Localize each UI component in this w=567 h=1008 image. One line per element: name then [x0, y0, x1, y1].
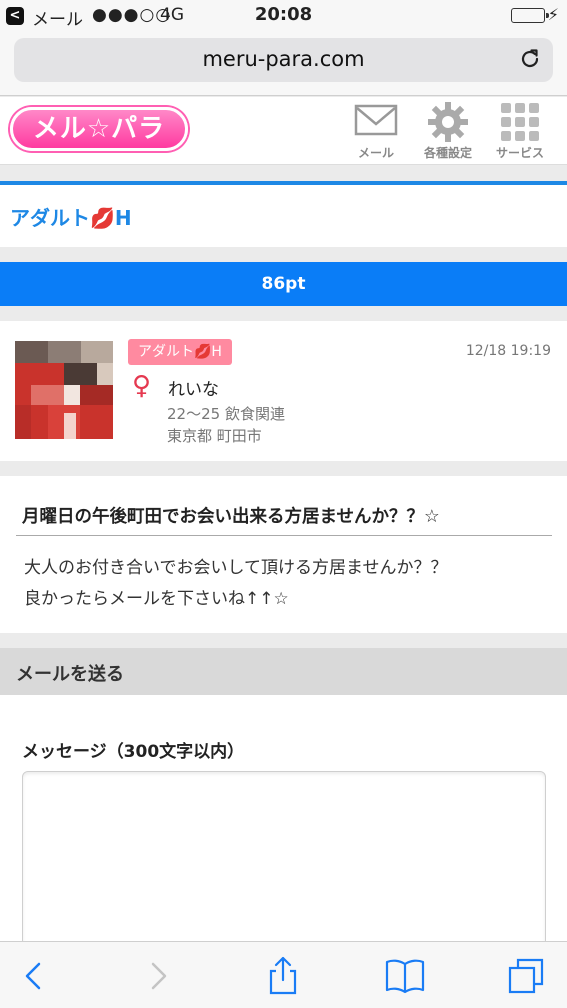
clock: 20:08	[254, 4, 313, 25]
back-icon[interactable]	[14, 956, 54, 996]
share-icon[interactable]	[263, 956, 303, 996]
user-name[interactable]: れいな	[168, 375, 219, 400]
nav-mail-label: メール	[357, 146, 394, 160]
category-tag: アダルト💋H	[128, 339, 232, 365]
battery-icon	[511, 8, 549, 23]
nav-service-button[interactable]: サービス	[490, 101, 550, 161]
grid-icon	[501, 103, 539, 141]
browser-address-area: meru-para.com	[0, 34, 567, 96]
profile-card[interactable]: アダルト💋H 12/18 19:19 ♀ れいな 22〜25 飲食関連 東京都 …	[0, 321, 567, 461]
tabs-icon[interactable]	[506, 956, 546, 996]
gear-icon	[428, 102, 468, 142]
status-bar: < メール ●●●○○ 4G 20:08 ⚡	[0, 0, 567, 34]
url-text[interactable]: meru-para.com	[14, 47, 553, 71]
site-header: メル☆パラ メール 各種設定 サービス	[0, 97, 567, 165]
reload-icon[interactable]	[517, 46, 543, 72]
message-input[interactable]	[22, 771, 546, 951]
post-date: 12/18 19:19	[465, 343, 551, 359]
category-title: アダルト💋H	[10, 206, 132, 230]
category-title-box: アダルト💋H	[0, 185, 567, 247]
mail-icon	[354, 104, 398, 136]
avatar[interactable]	[15, 341, 113, 439]
age-occupation: 22〜25 飲食関連	[167, 405, 285, 423]
message-label: メッセージ（300文字以内）	[22, 742, 245, 762]
divider	[16, 535, 552, 536]
address-bar[interactable]: meru-para.com	[14, 38, 553, 82]
female-icon: ♀	[132, 371, 152, 401]
post-body-line-1: 大人のお付き合いでお会いして頂ける方居ませんか？？	[24, 558, 448, 578]
nav-service-label: サービス	[495, 146, 544, 160]
send-mail-header: メールを送る	[0, 648, 567, 695]
site-logo[interactable]: メル☆パラ	[10, 107, 188, 151]
browser-toolbar	[0, 941, 567, 1008]
forward-icon[interactable]	[138, 956, 178, 996]
nav-mail-button[interactable]: メール	[346, 101, 406, 161]
location: 東京都 町田市	[167, 427, 262, 445]
message-form: メッセージ（300文字以内）	[0, 695, 567, 951]
nav-settings-button[interactable]: 各種設定	[418, 101, 478, 161]
post-body-line-2: 良かったらメールを下さいね↑↑☆	[24, 589, 289, 609]
send-mail-title: メールを送る	[16, 664, 124, 685]
points-bar[interactable]: 86pt	[0, 262, 567, 306]
bookmarks-icon[interactable]	[385, 956, 425, 996]
post-title: 月曜日の午後町田でお会い出来る方居ませんか？？☆	[22, 507, 440, 527]
nav-settings-label: 各種設定	[423, 146, 472, 160]
charging-icon: ⚡	[547, 5, 559, 24]
post-content: 月曜日の午後町田でお会い出来る方居ませんか？？☆ 大人のお付き合いでお会いして頂…	[0, 476, 567, 633]
